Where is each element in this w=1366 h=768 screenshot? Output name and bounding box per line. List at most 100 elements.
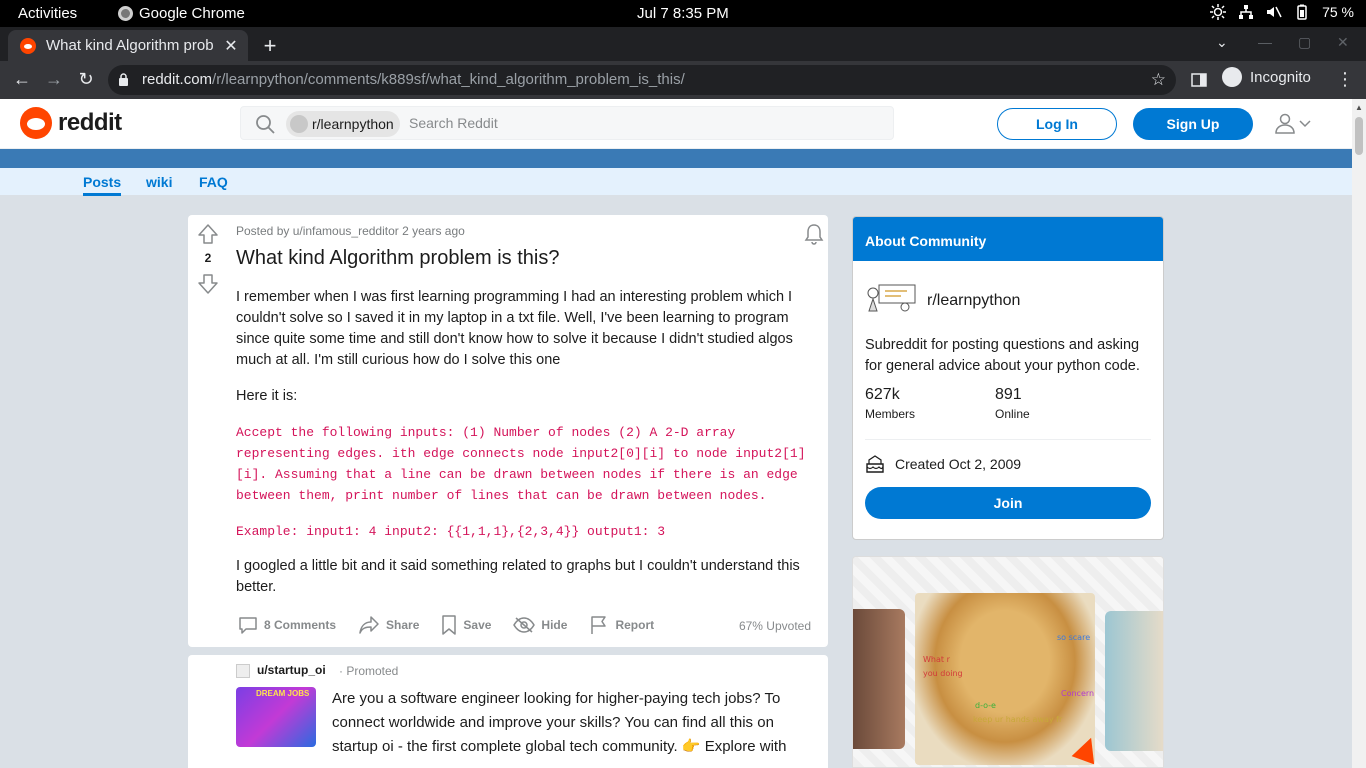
post-card: 2 Posted by u/infamous_redditor 2 years … <box>188 215 828 647</box>
user-icon <box>1275 113 1295 134</box>
doge-text-6: keep ur hands away fr <box>973 715 1063 724</box>
comments-label: 8 Comments <box>264 618 337 632</box>
hide-label: Hide <box>541 618 568 632</box>
downvote-icon[interactable] <box>197 273 219 295</box>
post-paragraph-1: I remember when I was first learning pro… <box>236 289 793 368</box>
ad-image-left <box>853 609 905 749</box>
chevron-down-icon <box>1299 120 1311 128</box>
app-menu[interactable]: Google Chrome <box>118 5 245 22</box>
forward-icon[interactable]: → <box>43 69 65 90</box>
post-title[interactable]: What kind Algorithm problem is this? <box>236 247 559 270</box>
minimize-icon[interactable]: — <box>1258 34 1272 50</box>
post-meta: Posted by u/infamous_redditor 2 years ag… <box>236 224 465 238</box>
reload-icon[interactable]: ↻ <box>75 69 97 90</box>
post-paragraph-3: I googled a little bit and it said somet… <box>236 558 800 595</box>
members-label: Members <box>865 407 916 421</box>
scroll-up-icon[interactable]: ▲ <box>1355 103 1363 112</box>
activities-button[interactable]: Activities <box>18 5 77 22</box>
clock[interactable]: Jul 7 8:35 PM <box>637 5 729 22</box>
user-menu[interactable] <box>1274 112 1312 134</box>
search-bar[interactable]: r/learnpython Search Reddit <box>240 106 894 140</box>
subreddit-mini-icon <box>290 115 308 133</box>
bookmark-icon <box>442 615 457 635</box>
flag-icon <box>591 616 607 634</box>
post-actions: 8 Comments Share Save Hide Report <box>238 615 676 635</box>
doge-text-1: so scare <box>1057 633 1091 642</box>
report-button[interactable]: Report <box>589 615 654 635</box>
join-button[interactable]: Join <box>865 487 1151 519</box>
reddit-logo[interactable]: reddit <box>20 107 122 139</box>
promoted-post[interactable]: u/startup_oi · Promoted DREAM JOBS Are y… <box>188 655 828 768</box>
upvote-icon[interactable] <box>197 223 219 245</box>
hide-button[interactable]: Hide <box>513 617 567 633</box>
volume-muted-icon <box>1267 6 1282 18</box>
incognito-indicator[interactable]: Incognito <box>1222 67 1311 87</box>
chrome-icon <box>118 6 133 21</box>
ad-thumbnail[interactable]: DREAM JOBS <box>236 687 316 747</box>
report-label: Report <box>615 618 655 632</box>
bell-icon[interactable] <box>804 223 824 245</box>
community-name[interactable]: r/learnpython <box>927 292 1020 310</box>
cake-icon <box>866 455 884 473</box>
created-label: Created Oct 2, 2009 <box>895 456 1022 472</box>
doge-text-3: you doing <box>923 669 963 678</box>
community-nav: Posts wiki FAQ <box>0 168 1352 196</box>
url-text: reddit.com/r/learnpython/comments/k889sf… <box>142 71 685 88</box>
url-path: /r/learnpython/comments/k889sf/what_kind… <box>212 71 685 88</box>
save-button[interactable]: Save <box>441 615 491 635</box>
share-icon <box>359 616 379 634</box>
bookmark-star-icon[interactable]: ☆ <box>1151 70 1166 90</box>
scrollbar-thumb[interactable] <box>1355 117 1363 155</box>
address-bar[interactable]: reddit.com/r/learnpython/comments/k889sf… <box>108 65 1176 95</box>
search-icon <box>256 115 275 134</box>
tab-posts[interactable]: Posts <box>83 174 122 196</box>
incognito-icon <box>1222 67 1242 87</box>
created-date: Created Oct 2, 2009 <box>865 455 1021 473</box>
browser-toolbar: ← → ↻ reddit.com/r/learnpython/comments/… <box>0 61 1366 99</box>
share-button[interactable]: Share <box>358 615 419 635</box>
advertiser-name[interactable]: u/startup_oi <box>257 663 326 677</box>
reddit-favicon-icon <box>20 37 36 54</box>
about-header: About Community <box>853 217 1163 261</box>
network-icon <box>1239 5 1254 19</box>
online-count: 891 <box>995 386 1022 403</box>
doge-text-5: d-o-e <box>975 701 996 710</box>
side-panel-icon[interactable] <box>1191 72 1207 88</box>
maximize-icon[interactable]: ▢ <box>1298 34 1311 51</box>
signup-button[interactable]: Sign Up <box>1133 108 1253 140</box>
about-community-widget: About Community r/learnpython Subreddit … <box>852 216 1164 540</box>
new-tab-icon[interactable]: + <box>260 33 280 59</box>
system-tray[interactable]: 75 % <box>1210 4 1354 20</box>
doge-text-4: Concern <box>1061 689 1095 698</box>
tab-faq[interactable]: FAQ <box>199 174 228 190</box>
back-icon[interactable]: ← <box>11 69 33 90</box>
menu-kebab-icon[interactable]: ⋮ <box>1334 69 1356 90</box>
chip-label: r/learnpython <box>312 116 394 132</box>
battery-icon <box>1297 4 1307 20</box>
battery-percent: 75 % <box>1322 4 1354 20</box>
comments-button[interactable]: 8 Comments <box>238 615 336 635</box>
save-label: Save <box>463 618 492 632</box>
divider <box>865 439 1151 440</box>
post-paragraph-2: Here it is: <box>236 388 298 404</box>
reddit-wordmark: reddit <box>58 109 122 136</box>
tab-reddit-post[interactable]: What kind Algorithm prob ✕ <box>8 30 248 61</box>
close-tab-icon[interactable]: ✕ <box>220 36 242 56</box>
subreddit-search-chip[interactable]: r/learnpython <box>286 111 400 137</box>
page-scrollbar[interactable]: ▲ <box>1352 99 1366 768</box>
community-banner <box>0 149 1352 168</box>
close-window-icon[interactable]: ✕ <box>1337 34 1349 51</box>
vote-column: 2 <box>188 215 228 647</box>
sidebar-ad[interactable]: so scare What r you doing Concern d-o-e … <box>852 556 1164 768</box>
incognito-label: Incognito <box>1250 68 1311 86</box>
tab-wiki[interactable]: wiki <box>146 174 172 190</box>
login-button[interactable]: Log In <box>997 108 1117 140</box>
doge-text-2: What r <box>923 655 950 664</box>
tab-search-chevron-icon[interactable]: ⌄ <box>1216 34 1228 51</box>
members-stat: 627k Members <box>865 386 915 421</box>
ad-image-right <box>1105 611 1163 751</box>
members-count: 627k <box>865 386 900 403</box>
online-label: Online <box>995 407 1030 421</box>
os-top-bar: Activities Google Chrome Jul 7 8:35 PM 7… <box>0 0 1366 27</box>
app-name: Google Chrome <box>139 5 245 22</box>
